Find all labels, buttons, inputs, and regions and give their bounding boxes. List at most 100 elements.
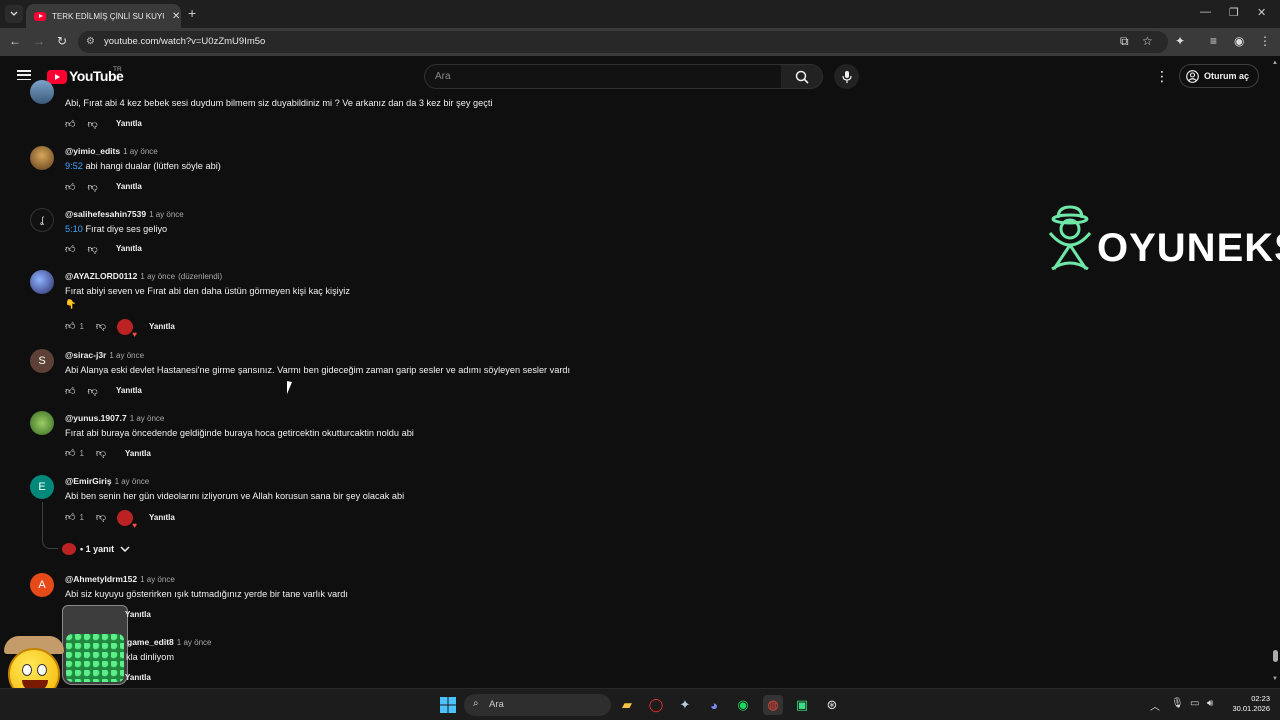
comment-actions: 👍︎ 👎︎ <box>65 242 98 256</box>
browser-tab-active[interactable]: TERK EDİLMİŞ ÇİNLİ SU KUYUSU ✕ <box>26 4 181 28</box>
comment-author[interactable]: @EmirGiriş 1 ay önce <box>65 476 149 486</box>
page-scrollbar[interactable]: ▲ ▼ <box>1270 56 1280 688</box>
android-app-icon[interactable]: ▣ <box>792 695 812 715</box>
like-icon[interactable]: 👍︎ <box>65 447 75 459</box>
dislike-icon[interactable]: 👎︎ <box>96 447 106 459</box>
volume-icon[interactable]: 🔊︎ <box>1207 698 1213 709</box>
reply-button[interactable]: Yanıtla <box>116 244 142 253</box>
chevron-down-icon <box>120 546 130 552</box>
reply-button[interactable]: Yanıtla <box>116 119 142 128</box>
tab-close-icon[interactable]: ✕ <box>172 11 180 22</box>
media-control-icon[interactable]: ≡ <box>1210 34 1217 48</box>
chrome-icon[interactable]: ◍ <box>763 695 783 715</box>
tab-list-chevron-icon[interactable] <box>5 5 23 23</box>
like-icon[interactable]: 👍︎ <box>65 385 75 397</box>
avatar[interactable] <box>30 411 54 435</box>
pointing-down-emoji: 👇 <box>65 299 77 309</box>
address-bar[interactable]: ⚙ youtube.com/watch?v=U0zZmU9Im5o <box>78 31 1168 53</box>
signin-button[interactable]: Oturum aç <box>1179 64 1259 88</box>
avatar[interactable] <box>30 146 54 170</box>
reply-button[interactable]: Yanıtla <box>149 513 175 522</box>
clock[interactable]: 02:23 30.01.2026 <box>1230 694 1270 714</box>
scrollbar-thumb[interactable] <box>1273 650 1278 662</box>
guide-menu-icon[interactable] <box>17 70 31 81</box>
avatar[interactable]: ʆ <box>30 208 54 232</box>
comment-edited: (düzenlendi) <box>178 272 223 281</box>
voice-search-button[interactable] <box>834 64 859 89</box>
comment-text: Abi ben senin her gün videolarını izliyo… <box>65 491 405 501</box>
reload-icon[interactable]: ↻ <box>57 34 67 48</box>
comment-author[interactable]: @sirac-j3r 1 ay önce <box>65 350 144 360</box>
youtube-header: YouTube TR Ara ⋮ Oturum aç <box>0 56 1270 96</box>
timestamp-link[interactable]: 9:52 <box>65 161 83 171</box>
dislike-icon[interactable]: 👎︎ <box>96 511 106 523</box>
opera-icon[interactable]: ◯ <box>646 695 666 715</box>
minimize-icon[interactable]: — <box>1200 6 1211 18</box>
install-app-icon[interactable]: ⧉ <box>1120 34 1129 49</box>
site-info-icon[interactable]: ⚙ <box>86 36 95 47</box>
start-windows-icon[interactable] <box>438 695 458 715</box>
avatar[interactable]: E <box>30 475 54 499</box>
back-icon[interactable]: ← <box>9 34 21 48</box>
obs-icon[interactable]: ⊛ <box>822 695 842 715</box>
steam-like-icon[interactable]: ✦ <box>675 695 695 715</box>
comment-author[interactable]: @AYAZLORD0112 1 ay önce (düzenlendi) <box>65 271 222 281</box>
bookmark-star-icon[interactable]: ☆ <box>1142 34 1153 48</box>
dislike-icon[interactable]: 👎︎ <box>87 385 97 397</box>
comment-text: 9:52 abi hangi dualar (lütfen söyle abi) <box>65 161 221 171</box>
browser-menu-icon[interactable]: ⋮ <box>1259 34 1271 48</box>
forward-icon[interactable]: → <box>33 34 45 48</box>
reply-button[interactable]: Yanıtla <box>125 610 151 619</box>
dislike-icon[interactable]: 👎︎ <box>87 181 97 193</box>
timestamp-link[interactable]: 5:10 <box>65 224 83 234</box>
avatar[interactable] <box>30 80 54 104</box>
restore-icon[interactable]: ❐ <box>1229 6 1239 19</box>
replies-count: • 1 yanıt <box>80 544 115 554</box>
reply-button[interactable]: Yanıtla <box>116 386 142 395</box>
scroll-up-icon[interactable]: ▲ <box>1272 60 1278 66</box>
like-icon[interactable]: 👍︎ <box>65 181 75 193</box>
tray-chevron-icon[interactable]: ︿ <box>1150 698 1160 713</box>
comment-author[interactable]: @yimio_edits 1 ay önce <box>65 146 158 156</box>
extensions-icon[interactable]: ✦ <box>1175 34 1185 48</box>
new-tab-icon[interactable]: + <box>188 5 196 21</box>
reply-button[interactable]: Yanıtla <box>116 182 142 191</box>
reply-button[interactable]: Yanıtla <box>149 322 175 331</box>
dislike-icon[interactable]: 👎︎ <box>96 320 106 332</box>
like-icon[interactable]: 👍︎ <box>65 118 75 130</box>
display-tray-icon[interactable]: ▭ <box>1190 698 1199 709</box>
avatar[interactable]: A <box>30 573 54 597</box>
search-input[interactable]: Ara <box>424 64 782 89</box>
comment-actions: 👍︎ 1 👎︎ <box>65 319 106 333</box>
profile-icon[interactable]: ◉ <box>1234 34 1244 48</box>
reply-button[interactable]: Yanıtla <box>125 673 151 682</box>
discord-icon[interactable]: ◕ <box>704 695 724 715</box>
like-icon[interactable]: 👍︎ <box>65 511 75 523</box>
youtube-logo-icon[interactable] <box>47 70 67 84</box>
reply-button[interactable]: Yanıtla <box>125 449 151 458</box>
settings-kebab-icon[interactable]: ⋮ <box>1155 68 1169 85</box>
comment-text: Abi siz kuyuyu gösterirken ışık tutmadığ… <box>65 589 348 599</box>
comment-time: 1 ay önce <box>109 351 145 360</box>
like-icon[interactable]: 👍︎ <box>65 320 75 332</box>
url-text[interactable]: youtube.com/watch?v=U0zZmU9Im5o <box>104 36 265 47</box>
window-close-icon[interactable]: ✕ <box>1257 6 1266 19</box>
comment-author[interactable]: @salihefesahin7539 1 ay önce <box>65 209 184 219</box>
like-icon[interactable]: 👍︎ <box>65 243 75 255</box>
mic-tray-icon[interactable]: 🎙︎ <box>1171 698 1184 709</box>
spotify-icon[interactable]: ◉ <box>733 695 753 715</box>
dislike-icon[interactable]: 👎︎ <box>87 243 97 255</box>
taskbar-search[interactable]: ⌕ Ara <box>464 694 611 716</box>
show-replies-button[interactable]: • 1 yanıt <box>62 543 130 555</box>
comment-text: 5:10 Fırat diye ses geliyo <box>65 224 168 234</box>
comment-author[interactable]: @yunus.1907.7 1 ay önce <box>65 413 164 423</box>
comment-author[interactable]: @Ahmetyldrm152 1 ay önce <box>65 574 175 584</box>
search-button[interactable] <box>781 64 823 89</box>
dislike-icon[interactable]: 👎︎ <box>87 118 97 130</box>
clock-time: 02:23 <box>1251 694 1270 703</box>
avatar[interactable]: S <box>30 349 54 373</box>
comment-author[interactable]: game_edit8 1 ay önce <box>127 637 211 647</box>
file-explorer-icon[interactable]: ▰ <box>617 695 637 715</box>
scroll-down-icon[interactable]: ▼ <box>1272 676 1278 682</box>
avatar[interactable] <box>30 270 54 294</box>
